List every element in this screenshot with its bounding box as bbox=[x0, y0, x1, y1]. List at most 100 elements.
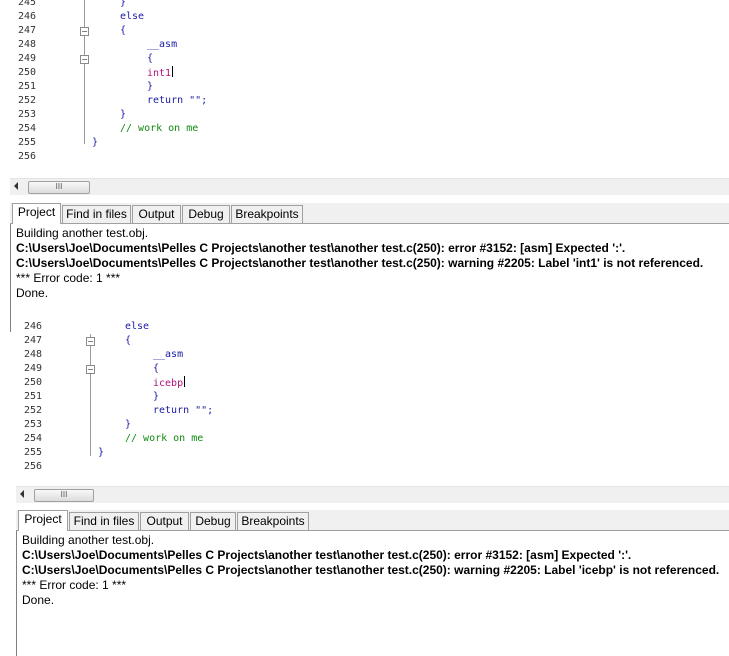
output-tab-bar: Project Find in files Output Debug Break… bbox=[16, 510, 729, 531]
line-number: 253 bbox=[17, 109, 36, 120]
line-number: 253 bbox=[23, 419, 42, 430]
top-panel: 245} 246 else 247{248 __asm 249{250 int1 251} 25… bbox=[0, 0, 729, 332]
code-text[interactable]: __asm bbox=[147, 38, 177, 52]
code-text[interactable]: icebp bbox=[153, 376, 186, 391]
horizontal-scrollbar[interactable]: III bbox=[16, 486, 729, 503]
text-caret bbox=[184, 376, 186, 387]
tab-output[interactable]: Output bbox=[132, 205, 181, 223]
code-line[interactable]: 253} bbox=[10, 108, 729, 122]
line-number: 245 bbox=[17, 0, 36, 8]
scroll-thumb[interactable]: III bbox=[34, 489, 94, 502]
horizontal-scrollbar[interactable]: III bbox=[10, 178, 729, 195]
line-number: 249 bbox=[17, 53, 36, 64]
code-text[interactable]: __asm bbox=[153, 348, 183, 362]
code-text[interactable]: { bbox=[125, 334, 131, 348]
code-editor[interactable]: 246 else 247 {248 __asm 249 {250 icebp 251} 252 re… bbox=[16, 320, 729, 476]
code-line[interactable]: 250 int1 bbox=[10, 66, 729, 80]
code-line[interactable]: 253} bbox=[16, 418, 729, 432]
code-line[interactable]: 248 __asm bbox=[16, 348, 729, 362]
line-number: 252 bbox=[23, 405, 42, 416]
code-text[interactable]: // work on me bbox=[120, 122, 198, 136]
code-editor[interactable]: 245} 246 else 247{248 __asm 249{250 int1 251} 25… bbox=[10, 0, 729, 168]
code-line[interactable]: 245} bbox=[10, 0, 729, 10]
output-line-done: Done. bbox=[16, 286, 49, 300]
code-line[interactable]: 249 { bbox=[16, 362, 729, 376]
code-text[interactable]: } bbox=[92, 136, 98, 150]
code-line[interactable]: 247 { bbox=[10, 24, 729, 38]
code-text[interactable]: } bbox=[98, 446, 104, 460]
line-number: 247 bbox=[17, 25, 36, 36]
output-line-error[interactable]: C:\Users\Joe\Documents\Pelles C Projects… bbox=[12, 241, 729, 256]
fold-collapse-icon[interactable]: − bbox=[86, 337, 95, 346]
scroll-left-arrow-icon[interactable] bbox=[14, 182, 18, 190]
text-caret bbox=[172, 66, 174, 77]
tab-breakpoints[interactable]: Breakpoints bbox=[237, 512, 309, 530]
code-line[interactable]: 249 { bbox=[10, 52, 729, 66]
code-text[interactable]: { bbox=[147, 52, 153, 66]
code-line[interactable]: 248 __asm bbox=[10, 38, 729, 52]
scroll-thumb[interactable]: III bbox=[28, 181, 90, 194]
fold-collapse-icon[interactable]: − bbox=[80, 27, 89, 36]
line-number: 255 bbox=[23, 447, 42, 458]
code-line[interactable]: 254 // work on me bbox=[16, 432, 729, 446]
code-line[interactable]: 255} bbox=[16, 446, 729, 460]
line-number: 246 bbox=[23, 321, 42, 332]
tab-find-in-files[interactable]: Find in files bbox=[69, 512, 139, 530]
line-number: 248 bbox=[17, 39, 36, 50]
line-number: 254 bbox=[17, 123, 36, 134]
code-line[interactable]: 255} bbox=[10, 136, 729, 150]
code-text[interactable]: else bbox=[120, 10, 144, 24]
code-line[interactable]: 256 bbox=[10, 150, 729, 164]
code-text[interactable]: } bbox=[147, 80, 153, 94]
line-number: 255 bbox=[17, 137, 36, 148]
code-text[interactable]: } bbox=[153, 390, 159, 404]
code-line[interactable]: 252 return ""; bbox=[10, 94, 729, 108]
tab-project[interactable]: Project bbox=[18, 510, 68, 531]
output-line-warning[interactable]: C:\Users\Joe\Documents\Pelles C Projects… bbox=[18, 563, 729, 578]
output-line-warning[interactable]: C:\Users\Joe\Documents\Pelles C Projects… bbox=[12, 256, 729, 271]
code-text[interactable]: int1 bbox=[147, 66, 174, 81]
line-number: 254 bbox=[23, 433, 42, 444]
line-number: 247 bbox=[23, 335, 42, 346]
bottom-panel: 246 else 247 {248 __asm 249 {250 icebp 251} 252 re… bbox=[0, 318, 729, 656]
code-line[interactable]: 252 return ""; bbox=[16, 404, 729, 418]
tab-find-in-files[interactable]: Find in files bbox=[62, 205, 131, 223]
code-line[interactable]: 251} bbox=[10, 80, 729, 94]
tab-output[interactable]: Output bbox=[140, 512, 189, 530]
code-text[interactable]: // work on me bbox=[125, 432, 203, 446]
output-line-error[interactable]: C:\Users\Joe\Documents\Pelles C Projects… bbox=[18, 548, 729, 563]
tab-debug[interactable]: Debug bbox=[190, 512, 236, 530]
tab-project[interactable]: Project bbox=[12, 203, 61, 224]
tab-debug[interactable]: Debug bbox=[182, 205, 230, 223]
code-line[interactable]: 256 bbox=[16, 460, 729, 474]
fold-guide-line bbox=[84, 0, 85, 144]
scroll-left-arrow-icon[interactable] bbox=[20, 490, 24, 498]
line-number: 249 bbox=[23, 363, 42, 374]
code-text[interactable]: else bbox=[125, 320, 149, 334]
line-number: 246 bbox=[17, 11, 36, 22]
line-number: 248 bbox=[23, 349, 42, 360]
code-line[interactable]: 254 // work on me bbox=[10, 122, 729, 136]
code-text[interactable]: } bbox=[120, 0, 126, 10]
code-text[interactable]: } bbox=[125, 418, 131, 432]
code-line[interactable]: 251} bbox=[16, 390, 729, 404]
code-line[interactable]: 247 { bbox=[16, 334, 729, 348]
code-line[interactable]: 246 else bbox=[10, 10, 729, 24]
code-line[interactable]: 250 icebp bbox=[16, 376, 729, 390]
code-text[interactable]: return ""; bbox=[147, 94, 207, 108]
fold-collapse-icon[interactable]: − bbox=[80, 55, 89, 64]
code-line[interactable]: 246 else bbox=[16, 320, 729, 334]
output-panel: Building another test.obj. C:\Users\Joe\… bbox=[10, 224, 729, 332]
line-number: 256 bbox=[23, 461, 42, 472]
code-text[interactable]: } bbox=[120, 108, 126, 122]
line-number: 250 bbox=[17, 67, 36, 78]
fold-collapse-icon[interactable]: − bbox=[86, 365, 95, 374]
line-number: 252 bbox=[17, 95, 36, 106]
code-text[interactable]: return ""; bbox=[153, 404, 213, 418]
tab-breakpoints[interactable]: Breakpoints bbox=[231, 205, 303, 223]
line-number: 256 bbox=[17, 151, 36, 162]
output-tab-bar: Project Find in files Output Debug Break… bbox=[10, 203, 729, 224]
code-text[interactable]: { bbox=[120, 24, 126, 38]
code-text[interactable]: { bbox=[153, 362, 159, 376]
output-line-build: Building another test.obj. bbox=[16, 226, 149, 240]
